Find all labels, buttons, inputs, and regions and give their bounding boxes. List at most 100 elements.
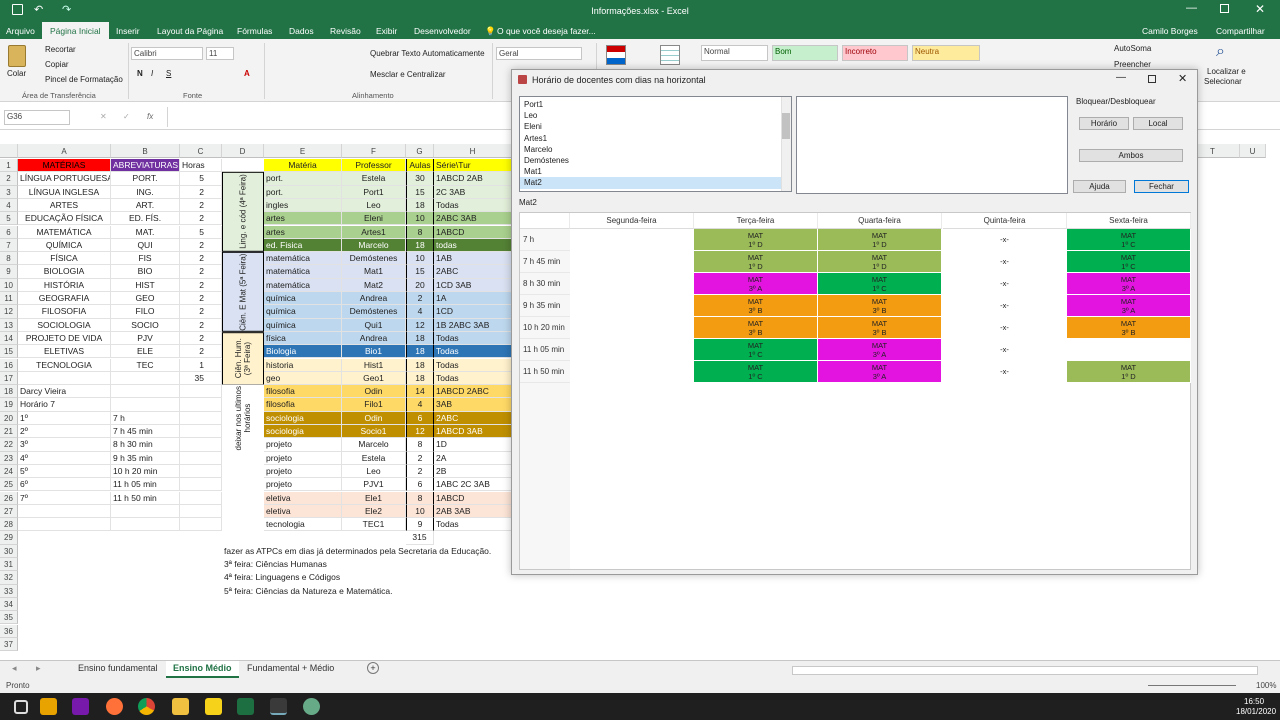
paste-button[interactable]: Colar <box>7 69 26 78</box>
number-format-select[interactable]: Geral <box>496 47 582 60</box>
row-header[interactable]: 29 <box>0 531 18 545</box>
schedule-cell[interactable]: MAT 3º A <box>1067 273 1191 295</box>
cell-h[interactable]: 1ABCD <box>434 491 512 505</box>
schedule-cell[interactable]: -x- <box>943 317 1067 339</box>
cell-c[interactable] <box>180 411 222 425</box>
cell-f[interactable]: Artes1 <box>342 225 406 239</box>
cell-f[interactable]: Marcelo <box>342 238 406 253</box>
cell-c[interactable] <box>180 491 222 505</box>
cell-b[interactable]: TEC <box>111 358 180 372</box>
menu-layout[interactable]: Layout da Página <box>157 26 223 36</box>
add-sheet-icon[interactable]: + <box>367 662 379 674</box>
cell-e[interactable]: tecnologia <box>264 518 342 532</box>
cell-e[interactable]: Biologia <box>264 345 342 359</box>
cell-f[interactable]: Ele2 <box>342 504 406 519</box>
cell-b[interactable] <box>111 504 180 519</box>
cell-f[interactable]: Estela <box>342 451 406 465</box>
menu-arquivo[interactable]: Arquivo <box>6 26 35 36</box>
clock-time[interactable]: 16:50 <box>1244 697 1264 706</box>
cell-h[interactable]: todas <box>434 238 512 253</box>
schedule-cell[interactable]: MAT 1º C <box>694 361 818 383</box>
row-header[interactable]: 8 <box>0 252 18 266</box>
menu-revisao[interactable]: Revisão <box>330 26 361 36</box>
cell-a[interactable]: LÍNGUA PORTUGUESA <box>18 172 111 186</box>
function-icon[interactable]: fx <box>147 112 153 121</box>
cell-a[interactable]: MATEMÁTICA <box>18 225 111 239</box>
row-header[interactable]: 22 <box>0 438 18 452</box>
cell-c[interactable] <box>180 438 222 452</box>
cell-e[interactable]: artes <box>264 212 342 226</box>
menu-desenvolvedor[interactable]: Desenvolvedor <box>414 26 471 36</box>
schedule-cell[interactable] <box>570 273 694 295</box>
restore-icon[interactable] <box>1220 4 1229 13</box>
cell-b[interactable]: ART. <box>111 198 180 213</box>
cell-g[interactable]: 18 <box>406 371 434 386</box>
cell-b[interactable]: ING. <box>111 185 180 199</box>
cell-b[interactable]: SOCIO <box>111 318 180 332</box>
column-header[interactable]: C <box>180 144 222 158</box>
cell-h[interactable]: 2A <box>434 451 512 465</box>
cell-c[interactable]: 2 <box>180 198 222 213</box>
font-size-select[interactable]: 11 <box>206 47 234 60</box>
row-header[interactable]: 20 <box>0 411 18 425</box>
paste-icon[interactable] <box>8 45 26 67</box>
select-all-corner[interactable] <box>0 144 18 158</box>
copy-button[interactable]: Copiar <box>45 60 69 69</box>
cut-button[interactable]: Recortar <box>45 45 76 54</box>
cell-g[interactable]: 8 <box>406 438 434 452</box>
cell-h[interactable]: Todas <box>434 198 512 213</box>
row-header[interactable]: 19 <box>0 398 18 412</box>
row-header[interactable]: 11 <box>0 292 18 306</box>
row-header[interactable]: 1 <box>0 159 18 173</box>
cell-e[interactable]: projeto <box>264 464 342 479</box>
teacher-listbox[interactable]: Port1 Leo Eleni Artes1 Marcelo Demóstenes Mat1… <box>519 96 792 192</box>
cell-b[interactable]: 9 h 35 min <box>111 451 180 465</box>
cell-b[interactable]: ELE <box>111 345 180 359</box>
cell-h[interactable]: 3AB <box>434 398 512 412</box>
row-header[interactable]: 21 <box>0 425 18 439</box>
horizontal-scrollbar[interactable] <box>792 666 1258 675</box>
cell-g[interactable]: 10 <box>406 504 434 519</box>
cell-c[interactable]: 2 <box>180 278 222 292</box>
row-header[interactable]: 12 <box>0 305 18 319</box>
fill-button[interactable]: Preencher <box>1114 60 1151 69</box>
cell-e[interactable]: port. <box>264 172 342 186</box>
cell-a[interactable]: 2º <box>18 425 111 439</box>
cell-c[interactable]: 2 <box>180 292 222 306</box>
zoom-slider[interactable] <box>1148 685 1236 686</box>
cell-e[interactable]: filosofia <box>264 398 342 412</box>
cell-a[interactable]: ELETIVAS <box>18 345 111 359</box>
cell-b[interactable]: BIO <box>111 265 180 279</box>
row-header[interactable]: 31 <box>0 558 18 572</box>
schedule-cell[interactable]: MAT 1º C <box>1067 251 1191 273</box>
cell-f[interactable]: Demóstenes <box>342 252 406 266</box>
cell-f[interactable]: Odin <box>342 385 406 399</box>
cell-e[interactable]: física <box>264 331 342 346</box>
cell-f[interactable]: Mat1 <box>342 265 406 279</box>
row-header[interactable]: 18 <box>0 385 18 399</box>
schedule-cell[interactable]: MAT 3º A <box>818 339 942 361</box>
cell-g[interactable]: 6 <box>406 478 434 492</box>
cell-g-total[interactable]: 315 <box>406 531 434 545</box>
row-header[interactable]: 30 <box>0 544 18 558</box>
cell-e[interactable]: química <box>264 305 342 319</box>
schedule-grid[interactable]: Segunda-feira Terça-feira Quarta-feira Quin… <box>519 212 1191 570</box>
cell-c[interactable]: 35 <box>180 371 222 386</box>
row-header[interactable]: 10 <box>0 278 18 292</box>
cell-e[interactable]: matemática <box>264 278 342 292</box>
row-header[interactable]: 15 <box>0 345 18 359</box>
format-painter-button[interactable]: Pincel de Formatação <box>45 75 123 84</box>
cell-b[interactable] <box>111 371 180 386</box>
cell-b[interactable]: FIS <box>111 252 180 266</box>
scroll-right-icon[interactable]: ▸ <box>36 663 41 674</box>
cell-h[interactable]: Todas <box>434 518 512 532</box>
vba-form-taskbar-icon[interactable] <box>270 698 287 715</box>
schedule-cell[interactable]: MAT 1º D <box>818 229 942 251</box>
chrome-icon[interactable] <box>138 698 155 715</box>
row-header[interactable]: 34 <box>0 597 18 612</box>
cell-a[interactable]: EDUCAÇÃO FÍSICA <box>18 212 111 226</box>
cell-b[interactable] <box>111 518 180 532</box>
schedule-cell[interactable] <box>570 229 694 251</box>
row-header[interactable]: 17 <box>0 371 18 386</box>
teacher-list-item[interactable]: Demóstenes <box>520 155 791 166</box>
